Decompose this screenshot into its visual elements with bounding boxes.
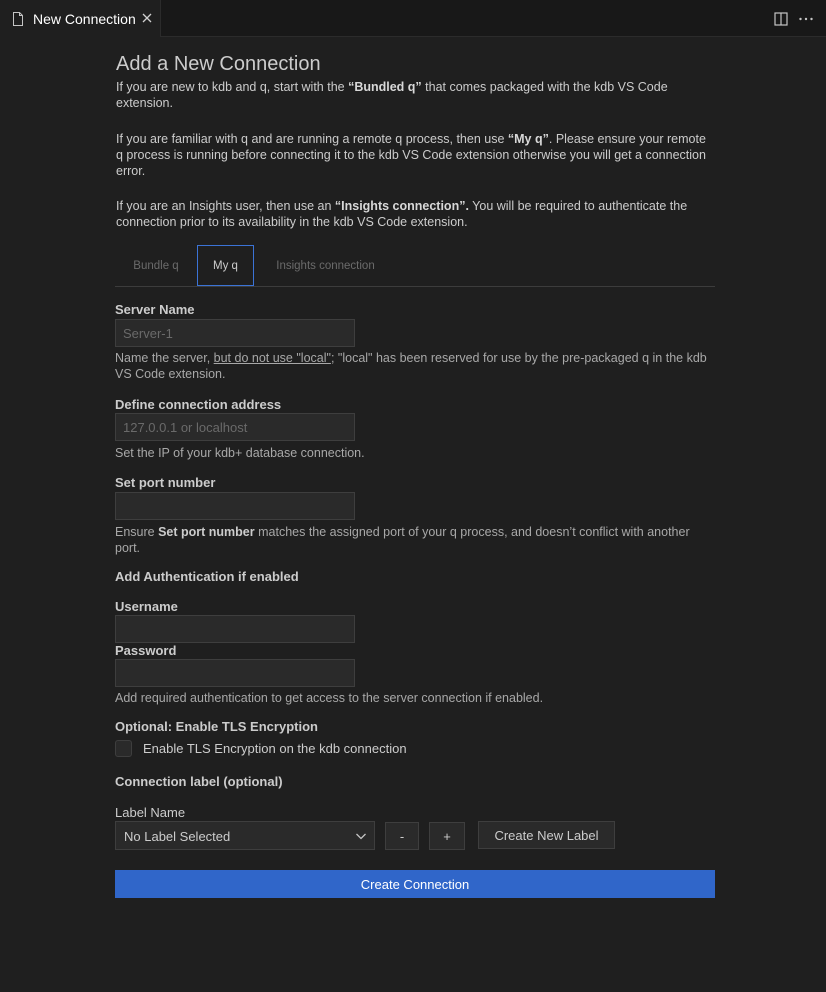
create-connection-button[interactable]: Create Connection — [115, 870, 715, 898]
editor-tab-new-connection[interactable]: New Connection — [0, 0, 161, 37]
label-name-label: Label Name — [115, 805, 186, 820]
port-label: Set port number — [115, 475, 216, 490]
intro-bundled-paragraph: If you are new to kdb and q, start with … — [116, 80, 668, 110]
password-input[interactable] — [115, 659, 355, 687]
more-actions-icon[interactable] — [798, 12, 814, 26]
server-name-hint: Name the server, but do not use "local";… — [115, 351, 707, 381]
password-label: Password — [115, 643, 177, 658]
add-label-button[interactable]: + — [429, 822, 465, 850]
address-input[interactable] — [115, 413, 355, 441]
tls-section-label: Optional: Enable TLS Encryption — [115, 719, 318, 734]
address-label: Define connection address — [115, 397, 282, 412]
chevron-down-icon — [356, 833, 366, 840]
auth-hint: Add required authentication to get acces… — [115, 691, 544, 705]
close-icon[interactable] — [140, 11, 154, 25]
page-title: Add a New Connection — [116, 53, 321, 75]
create-new-label-button[interactable]: Create New Label — [478, 821, 615, 849]
tab-divider — [115, 286, 715, 287]
port-input[interactable] — [115, 492, 355, 520]
tab-my-q[interactable]: My q — [197, 245, 254, 286]
port-hint: Ensure Set port number matches the assig… — [115, 525, 690, 555]
username-label: Username — [115, 599, 178, 614]
server-name-input[interactable] — [115, 319, 355, 347]
server-name-label: Server Name — [115, 302, 195, 317]
tls-checkbox-label[interactable]: Enable TLS Encryption on the kdb connect… — [143, 741, 407, 756]
tab-insights-connection[interactable]: Insights connection — [258, 245, 393, 286]
file-icon — [13, 12, 23, 26]
label-section-label: Connection label (optional) — [115, 774, 283, 789]
tab-bundle-q[interactable]: Bundle q — [117, 245, 195, 286]
intro-insights-paragraph: If you are an Insights user, then use an… — [116, 199, 688, 229]
tls-checkbox[interactable] — [115, 740, 132, 757]
intro-myq-paragraph: If you are familiar with q and are runni… — [116, 132, 706, 178]
split-editor-icon[interactable] — [774, 12, 788, 26]
remove-label-button[interactable]: - — [385, 822, 419, 850]
auth-section-label: Add Authentication if enabled — [115, 569, 299, 584]
address-hint: Set the IP of your kdb+ database connect… — [115, 446, 365, 460]
label-select[interactable]: No Label Selected — [115, 821, 375, 850]
tab-title: New Connection — [33, 11, 136, 27]
label-select-value: No Label Selected — [124, 829, 231, 844]
editor-tab-bar: New Connection — [0, 0, 826, 37]
username-input[interactable] — [115, 615, 355, 643]
